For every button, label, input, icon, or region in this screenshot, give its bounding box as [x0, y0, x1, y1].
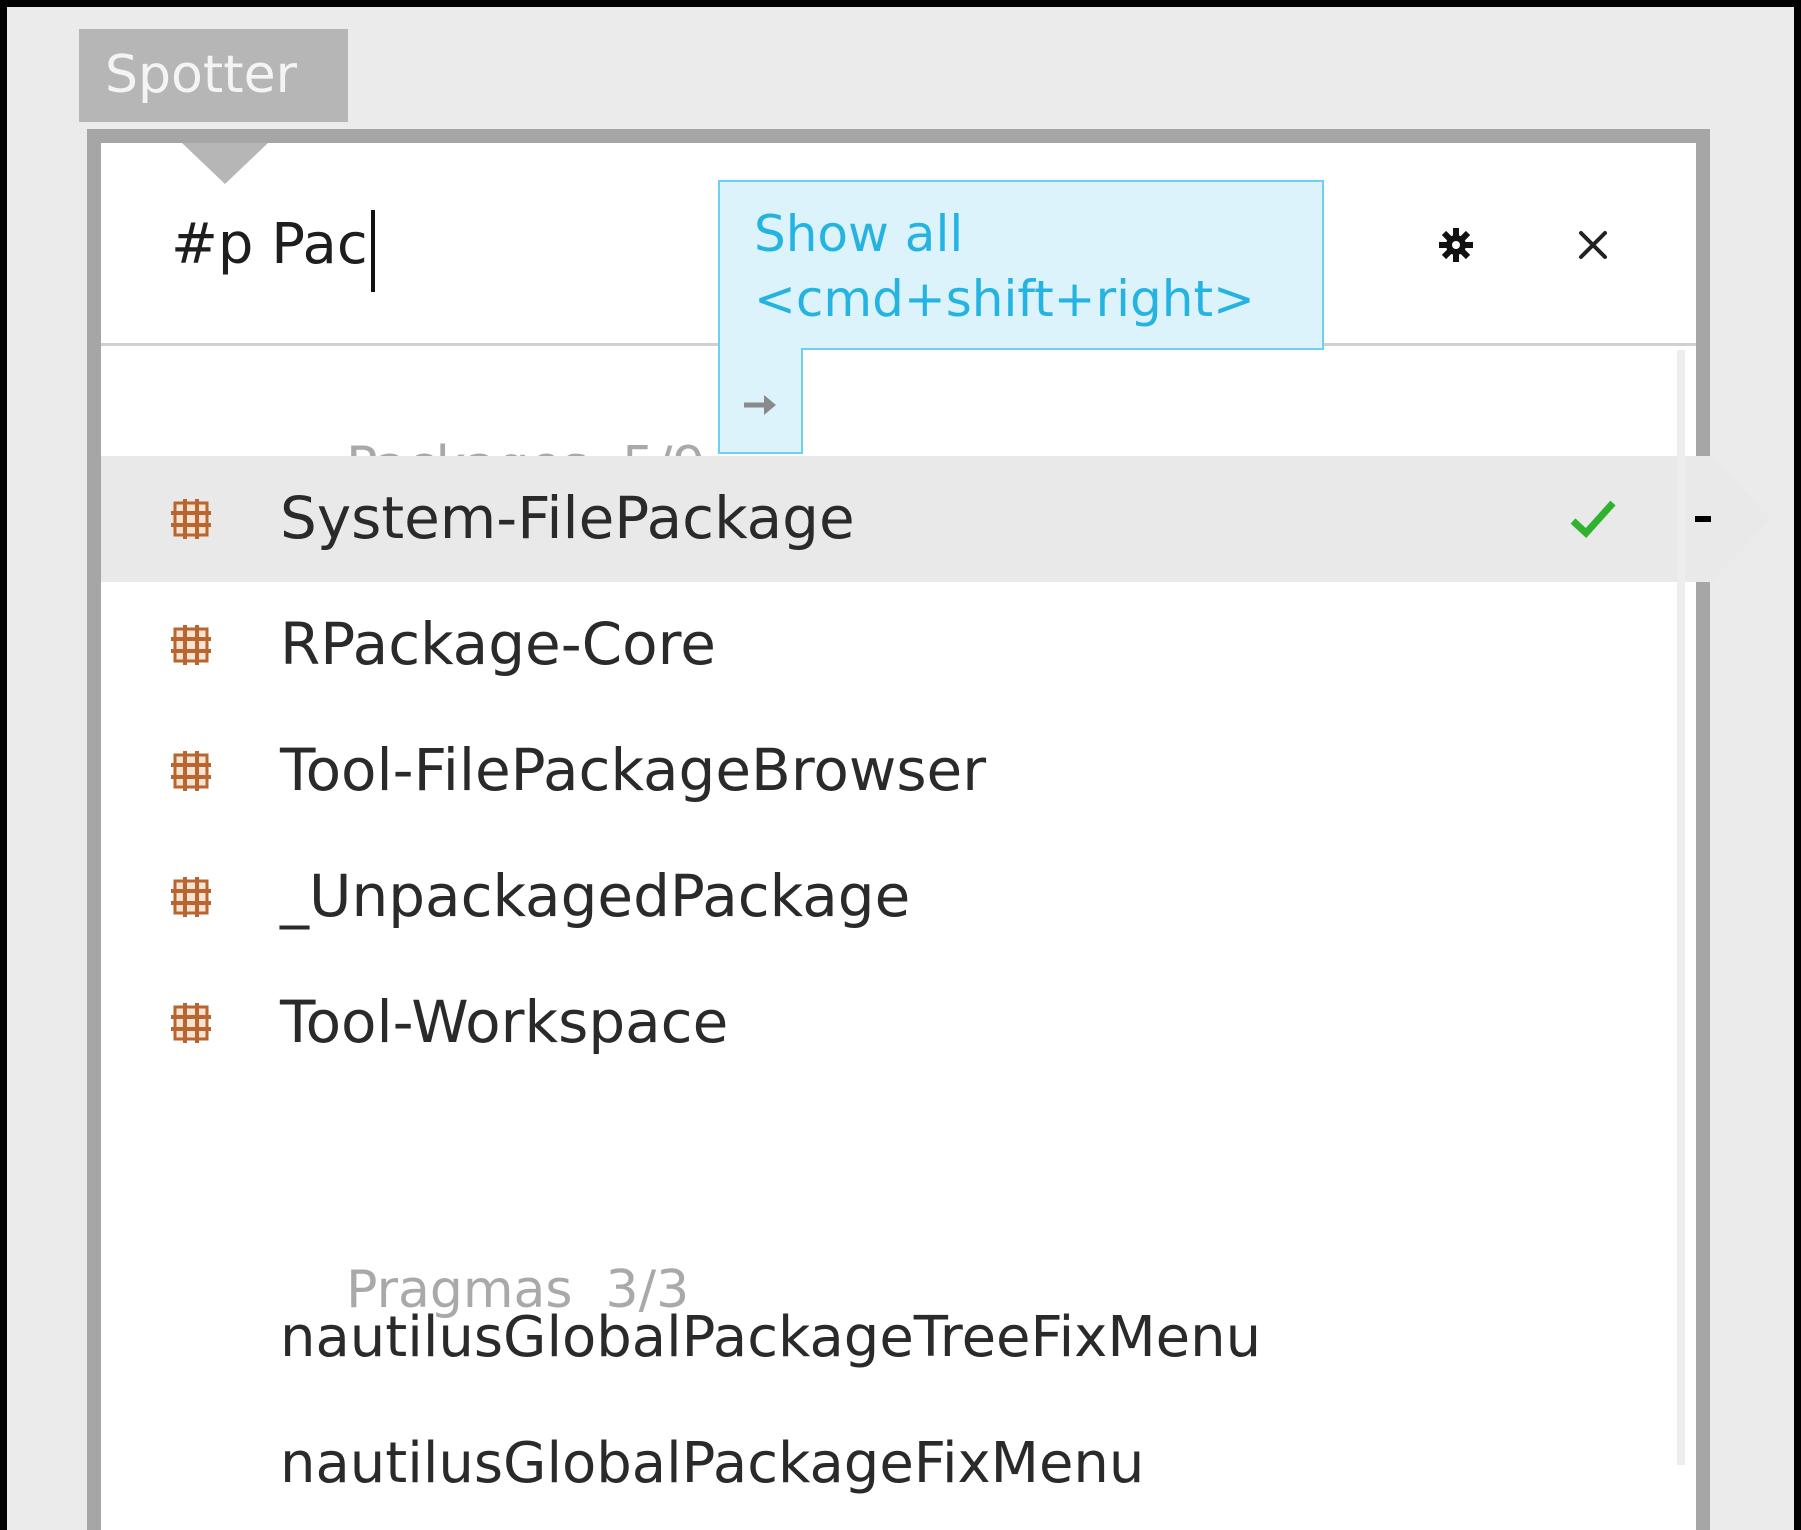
- show-all-tooltip: Show all <cmd+shift+right>: [718, 180, 1324, 350]
- check-icon: [1570, 500, 1616, 538]
- list-item-label: System-FilePackage: [280, 484, 855, 552]
- list-item[interactable]: Tool-FilePackageBrowser: [101, 708, 1696, 834]
- gear-icon[interactable]: [1436, 225, 1476, 265]
- package-icon: [171, 751, 211, 791]
- list-item-label: Tool-FilePackageBrowser: [280, 736, 987, 804]
- list-item[interactable]: Tool-Workspace: [101, 960, 1696, 1086]
- package-icon: [171, 877, 211, 917]
- package-icon: [171, 499, 211, 539]
- list-item-label: Tool-Workspace: [280, 988, 729, 1056]
- close-icon[interactable]: [1573, 225, 1613, 265]
- tooltip-joint: [720, 345, 801, 351]
- list-item[interactable]: nautilusGlobalPackageFixMenu: [280, 1428, 1144, 1500]
- list-item[interactable]: RPackage-Core: [101, 582, 1696, 708]
- list-item-label: RPackage-Core: [280, 610, 716, 678]
- spotter-tab: Spotter: [79, 29, 348, 122]
- tooltip-line-1: Show all: [754, 205, 964, 263]
- package-icon: [171, 625, 211, 665]
- scrollbar-track[interactable]: [1677, 350, 1685, 1465]
- selection-pointer: [1711, 456, 1771, 582]
- spotter-tab-label: Spotter: [105, 45, 297, 105]
- tooltip-line-2: <cmd+shift+right>: [754, 270, 1255, 328]
- list-item-selected[interactable]: System-FilePackage: [101, 456, 1735, 582]
- search-input[interactable]: #p Pac: [171, 210, 368, 280]
- list-item[interactable]: nautilusGlobalPackageTreeFixMenu: [280, 1302, 1261, 1374]
- list-item-label: _UnpackagedPackage: [280, 862, 911, 930]
- text-caret: [371, 210, 375, 292]
- list-item[interactable]: _UnpackagedPackage: [101, 834, 1696, 960]
- tab-pointer-notch: [182, 143, 268, 184]
- show-all-arrow-icon[interactable]: [740, 385, 784, 425]
- screen: Spotter #p Pac Show all <cmd+shift+right…: [0, 0, 1801, 1530]
- package-icon: [171, 1003, 211, 1043]
